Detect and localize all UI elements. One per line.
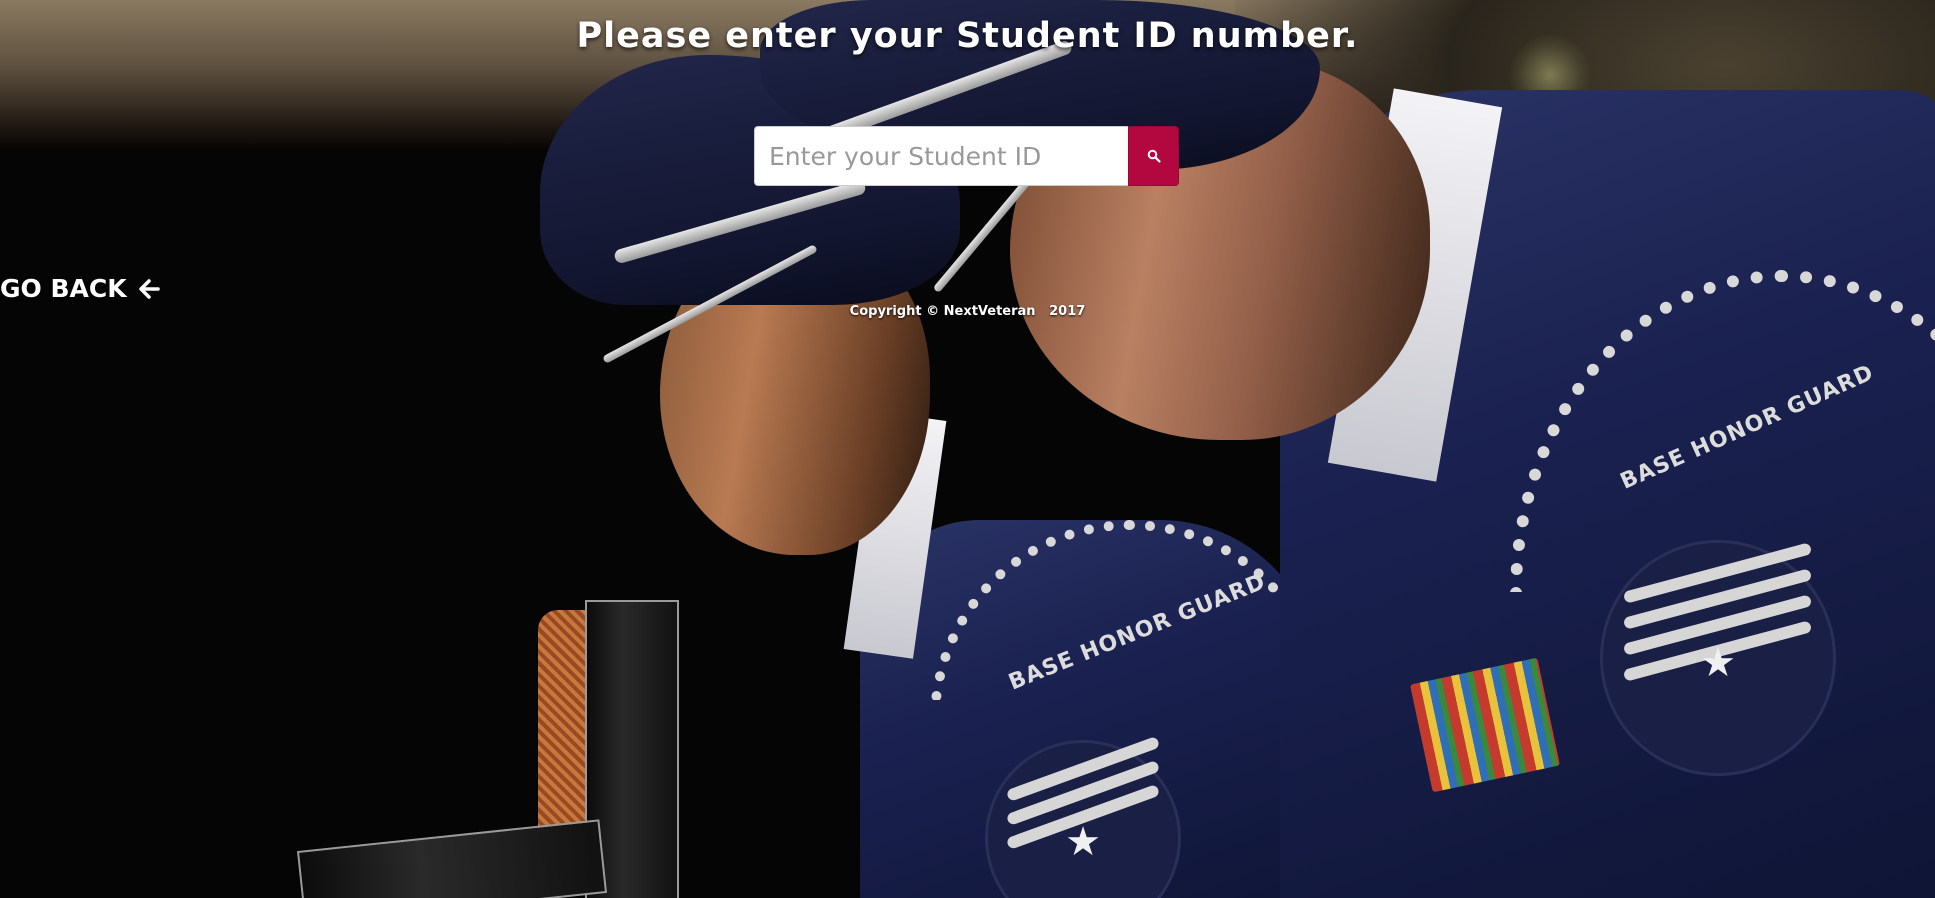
search-icon [1147, 149, 1161, 163]
go-back-link[interactable]: GO BACK [0, 274, 161, 303]
search-button[interactable] [1128, 126, 1179, 186]
rank-chevron-right: ★ [1600, 540, 1836, 776]
page: BASE HONOR GUARD ★ BASE HONOR GUARD ★ Pl… [0, 0, 1935, 898]
arrow-left-icon [137, 277, 161, 301]
rifle-barrel [296, 819, 608, 898]
page-title: Please enter your Student ID number. [576, 16, 1359, 56]
student-id-search [754, 126, 1179, 186]
copyright-text: Copyright © NextVeteran 2017 [849, 304, 1086, 319]
go-back-label: GO BACK [0, 274, 127, 303]
student-id-input[interactable] [754, 126, 1128, 186]
